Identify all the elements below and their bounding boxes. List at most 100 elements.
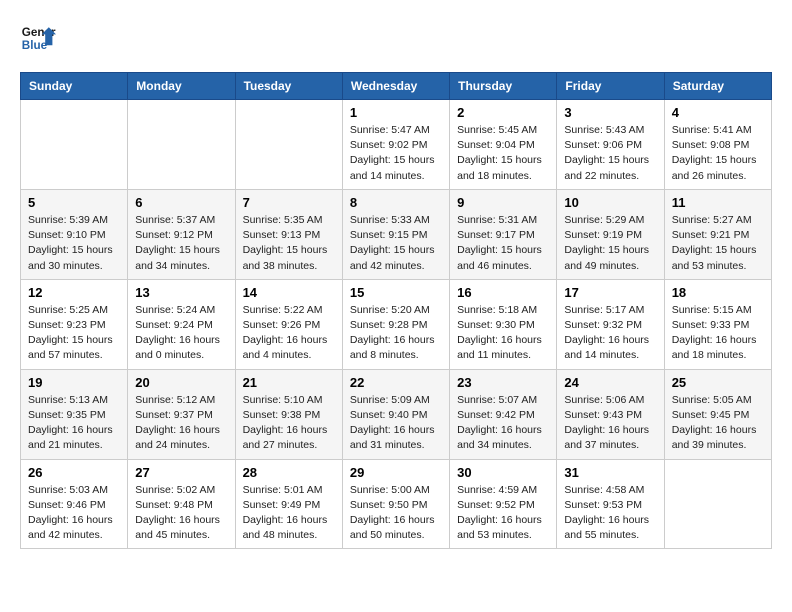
- day-info: Sunrise: 5:24 AM Sunset: 9:24 PM Dayligh…: [135, 303, 227, 364]
- day-number: 29: [350, 465, 442, 480]
- day-number: 15: [350, 285, 442, 300]
- day-cell: [235, 100, 342, 190]
- day-info: Sunrise: 5:43 AM Sunset: 9:06 PM Dayligh…: [564, 123, 656, 184]
- day-info: Sunrise: 5:09 AM Sunset: 9:40 PM Dayligh…: [350, 393, 442, 454]
- day-number: 8: [350, 195, 442, 210]
- day-cell: 14 Sunrise: 5:22 AM Sunset: 9:26 PM Dayli…: [235, 279, 342, 369]
- day-number: 17: [564, 285, 656, 300]
- day-cell: 18Sunrise: 5:15 AM Sunset: 9:33 PM Dayli…: [664, 279, 771, 369]
- week-row-1: 1 Sunrise: 5:47 AM Sunset: 9:02 PM Daylig…: [21, 100, 772, 190]
- day-info: Sunrise: 5:41 AM Sunset: 9:08 PM Dayligh…: [672, 123, 764, 184]
- day-number: 4: [672, 105, 764, 120]
- week-row-4: 19 Sunrise: 5:13 AM Sunset: 9:35 PM Dayli…: [21, 369, 772, 459]
- day-cell: 27 Sunrise: 5:02 AM Sunset: 9:48 PM Dayli…: [128, 459, 235, 549]
- svg-text:Blue: Blue: [22, 39, 48, 52]
- day-info: Sunrise: 5:06 AM Sunset: 9:43 PM Dayligh…: [564, 393, 656, 454]
- day-cell: 8 Sunrise: 5:33 AM Sunset: 9:15 PM Daylig…: [342, 189, 449, 279]
- day-cell: 26 Sunrise: 5:03 AM Sunset: 9:46 PM Dayli…: [21, 459, 128, 549]
- day-cell: [21, 100, 128, 190]
- day-info: Sunrise: 5:27 AM Sunset: 9:21 PM Dayligh…: [672, 213, 764, 274]
- day-number: 19: [28, 375, 120, 390]
- day-number: 12: [28, 285, 120, 300]
- day-number: 7: [243, 195, 335, 210]
- day-info: Sunrise: 5:35 AM Sunset: 9:13 PM Dayligh…: [243, 213, 335, 274]
- day-number: 22: [350, 375, 442, 390]
- day-info: Sunrise: 5:39 AM Sunset: 9:10 PM Dayligh…: [28, 213, 120, 274]
- day-number: 27: [135, 465, 227, 480]
- day-number: 11: [672, 195, 764, 210]
- day-info: Sunrise: 5:22 AM Sunset: 9:26 PM Dayligh…: [243, 303, 335, 364]
- day-number: 20: [135, 375, 227, 390]
- day-cell: 19 Sunrise: 5:13 AM Sunset: 9:35 PM Dayli…: [21, 369, 128, 459]
- day-cell: 11 Sunrise: 5:27 AM Sunset: 9:21 PM Dayli…: [664, 189, 771, 279]
- day-number: 24: [564, 375, 656, 390]
- day-info: Sunrise: 5:18 AM Sunset: 9:30 PM Dayligh…: [457, 303, 549, 364]
- weekday-header-monday: Monday: [128, 73, 235, 100]
- day-info: Sunrise: 5:31 AM Sunset: 9:17 PM Dayligh…: [457, 213, 549, 274]
- logo-icon: General Blue: [20, 20, 56, 56]
- week-row-2: 5Sunrise: 5:39 AM Sunset: 9:10 PM Daylig…: [21, 189, 772, 279]
- day-cell: 4 Sunrise: 5:41 AM Sunset: 9:08 PM Daylig…: [664, 100, 771, 190]
- logo: General Blue: [20, 20, 56, 56]
- day-cell: 20 Sunrise: 5:12 AM Sunset: 9:37 PM Dayli…: [128, 369, 235, 459]
- weekday-header-saturday: Saturday: [664, 73, 771, 100]
- day-cell: 17Sunrise: 5:17 AM Sunset: 9:32 PM Dayli…: [557, 279, 664, 369]
- day-number: 30: [457, 465, 549, 480]
- day-info: Sunrise: 5:12 AM Sunset: 9:37 PM Dayligh…: [135, 393, 227, 454]
- weekday-header-tuesday: Tuesday: [235, 73, 342, 100]
- page-header: General Blue: [20, 20, 772, 56]
- day-number: 28: [243, 465, 335, 480]
- day-cell: 2 Sunrise: 5:45 AM Sunset: 9:04 PM Daylig…: [450, 100, 557, 190]
- weekday-header-sunday: Sunday: [21, 73, 128, 100]
- day-cell: 22 Sunrise: 5:09 AM Sunset: 9:40 PM Dayli…: [342, 369, 449, 459]
- day-cell: 28 Sunrise: 5:01 AM Sunset: 9:49 PM Dayli…: [235, 459, 342, 549]
- day-info: Sunrise: 5:25 AM Sunset: 9:23 PM Dayligh…: [28, 303, 120, 364]
- day-info: Sunrise: 5:13 AM Sunset: 9:35 PM Dayligh…: [28, 393, 120, 454]
- day-cell: 25 Sunrise: 5:05 AM Sunset: 9:45 PM Dayli…: [664, 369, 771, 459]
- day-info: Sunrise: 5:03 AM Sunset: 9:46 PM Dayligh…: [28, 483, 120, 544]
- day-number: 31: [564, 465, 656, 480]
- day-cell: 9Sunrise: 5:31 AM Sunset: 9:17 PM Daylig…: [450, 189, 557, 279]
- day-cell: 6 Sunrise: 5:37 AM Sunset: 9:12 PM Daylig…: [128, 189, 235, 279]
- day-number: 16: [457, 285, 549, 300]
- day-cell: 13 Sunrise: 5:24 AM Sunset: 9:24 PM Dayli…: [128, 279, 235, 369]
- day-info: Sunrise: 5:37 AM Sunset: 9:12 PM Dayligh…: [135, 213, 227, 274]
- day-info: Sunrise: 4:58 AM Sunset: 9:53 PM Dayligh…: [564, 483, 656, 544]
- day-number: 26: [28, 465, 120, 480]
- day-number: 13: [135, 285, 227, 300]
- day-number: 1: [350, 105, 442, 120]
- weekday-header-thursday: Thursday: [450, 73, 557, 100]
- day-number: 6: [135, 195, 227, 210]
- day-cell: 31 Sunrise: 4:58 AM Sunset: 9:53 PM Dayli…: [557, 459, 664, 549]
- day-cell: 23 Sunrise: 5:07 AM Sunset: 9:42 PM Dayli…: [450, 369, 557, 459]
- day-info: Sunrise: 4:59 AM Sunset: 9:52 PM Dayligh…: [457, 483, 549, 544]
- day-number: 2: [457, 105, 549, 120]
- calendar-table: SundayMondayTuesdayWednesdayThursdayFrid…: [20, 72, 772, 549]
- day-cell: 30 Sunrise: 4:59 AM Sunset: 9:52 PM Dayli…: [450, 459, 557, 549]
- day-cell: 21Sunrise: 5:10 AM Sunset: 9:38 PM Dayli…: [235, 369, 342, 459]
- day-info: Sunrise: 5:01 AM Sunset: 9:49 PM Dayligh…: [243, 483, 335, 544]
- day-info: Sunrise: 5:05 AM Sunset: 9:45 PM Dayligh…: [672, 393, 764, 454]
- day-cell: 15 Sunrise: 5:20 AM Sunset: 9:28 PM Dayli…: [342, 279, 449, 369]
- weekday-header-friday: Friday: [557, 73, 664, 100]
- day-cell: 1 Sunrise: 5:47 AM Sunset: 9:02 PM Daylig…: [342, 100, 449, 190]
- week-row-3: 12 Sunrise: 5:25 AM Sunset: 9:23 PM Dayli…: [21, 279, 772, 369]
- day-cell: 24 Sunrise: 5:06 AM Sunset: 9:43 PM Dayli…: [557, 369, 664, 459]
- day-number: 14: [243, 285, 335, 300]
- day-number: 25: [672, 375, 764, 390]
- day-number: 23: [457, 375, 549, 390]
- day-info: Sunrise: 5:20 AM Sunset: 9:28 PM Dayligh…: [350, 303, 442, 364]
- day-cell: 29Sunrise: 5:00 AM Sunset: 9:50 PM Dayli…: [342, 459, 449, 549]
- day-info: Sunrise: 5:47 AM Sunset: 9:02 PM Dayligh…: [350, 123, 442, 184]
- day-info: Sunrise: 5:10 AM Sunset: 9:38 PM Dayligh…: [243, 393, 335, 454]
- day-info: Sunrise: 5:45 AM Sunset: 9:04 PM Dayligh…: [457, 123, 549, 184]
- day-number: 10: [564, 195, 656, 210]
- day-cell: 12 Sunrise: 5:25 AM Sunset: 9:23 PM Dayli…: [21, 279, 128, 369]
- weekday-header-row: SundayMondayTuesdayWednesdayThursdayFrid…: [21, 73, 772, 100]
- day-info: Sunrise: 5:07 AM Sunset: 9:42 PM Dayligh…: [457, 393, 549, 454]
- day-cell: 7 Sunrise: 5:35 AM Sunset: 9:13 PM Daylig…: [235, 189, 342, 279]
- day-info: Sunrise: 5:33 AM Sunset: 9:15 PM Dayligh…: [350, 213, 442, 274]
- week-row-5: 26 Sunrise: 5:03 AM Sunset: 9:46 PM Dayli…: [21, 459, 772, 549]
- day-cell: 16 Sunrise: 5:18 AM Sunset: 9:30 PM Dayli…: [450, 279, 557, 369]
- day-info: Sunrise: 5:02 AM Sunset: 9:48 PM Dayligh…: [135, 483, 227, 544]
